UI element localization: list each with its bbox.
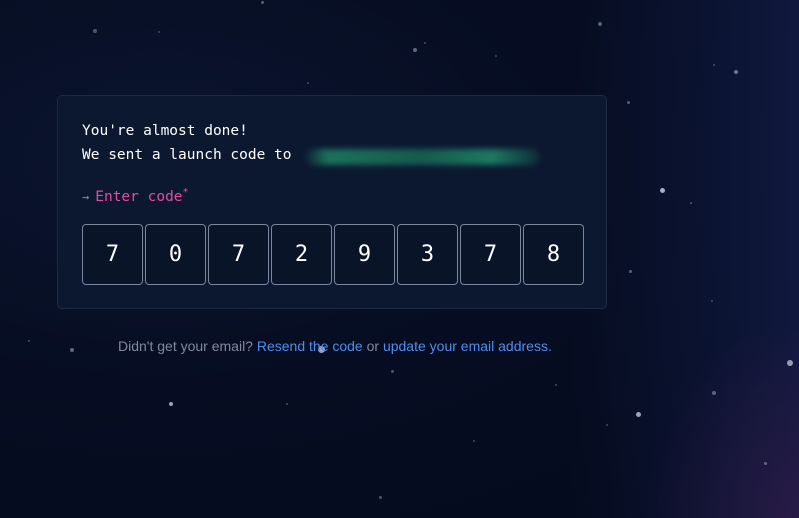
redacted-email-address bbox=[304, 149, 540, 165]
code-digit-input-4[interactable]: 2 bbox=[271, 224, 332, 285]
code-input-group: 7 0 7 2 9 3 7 8 bbox=[82, 224, 584, 285]
footer-prompt: Didn't get your email? bbox=[118, 338, 253, 354]
code-digit-input-5[interactable]: 9 bbox=[334, 224, 395, 285]
title-text: You're almost done! bbox=[82, 123, 248, 139]
code-digit-input-8[interactable]: 8 bbox=[523, 224, 584, 285]
code-digit-input-2[interactable]: 0 bbox=[145, 224, 206, 285]
enter-code-label: Enter code bbox=[95, 188, 183, 205]
required-indicator: * bbox=[182, 187, 189, 198]
update-email-link[interactable]: update your email address. bbox=[383, 338, 552, 354]
verification-card: You're almost done! We sent a launch cod… bbox=[57, 95, 607, 309]
help-footer: Didn't get your email? Resend the code o… bbox=[118, 338, 552, 354]
code-digit-input-3[interactable]: 7 bbox=[208, 224, 269, 285]
background-glow-corner bbox=[639, 318, 799, 518]
resend-code-link[interactable]: Resend the code bbox=[257, 338, 363, 354]
code-digit-input-7[interactable]: 7 bbox=[460, 224, 521, 285]
code-digit-input-1[interactable]: 7 bbox=[82, 224, 143, 285]
code-field-label: → Enter code* bbox=[82, 187, 189, 205]
code-digit-input-6[interactable]: 3 bbox=[397, 224, 458, 285]
footer-or-text: or bbox=[366, 338, 380, 354]
arrow-right-icon: → bbox=[82, 189, 90, 204]
sent-message: We sent a launch code to bbox=[82, 147, 292, 163]
